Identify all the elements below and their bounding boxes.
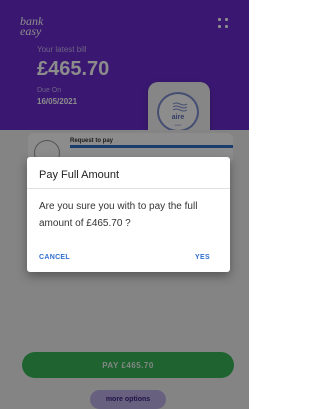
dialog-title: Pay Full Amount — [39, 169, 120, 181]
yes-button[interactable]: YES — [195, 254, 210, 261]
dialog-divider — [27, 188, 230, 189]
app-screen: bank easy Your latest bill £465.70 Due O… — [0, 0, 249, 409]
pay-full-amount-dialog: Pay Full Amount Are you sure you with to… — [27, 157, 230, 272]
cancel-button[interactable]: CANCEL — [39, 254, 70, 261]
dialog-message: Are you sure you with to pay the full am… — [39, 201, 198, 229]
